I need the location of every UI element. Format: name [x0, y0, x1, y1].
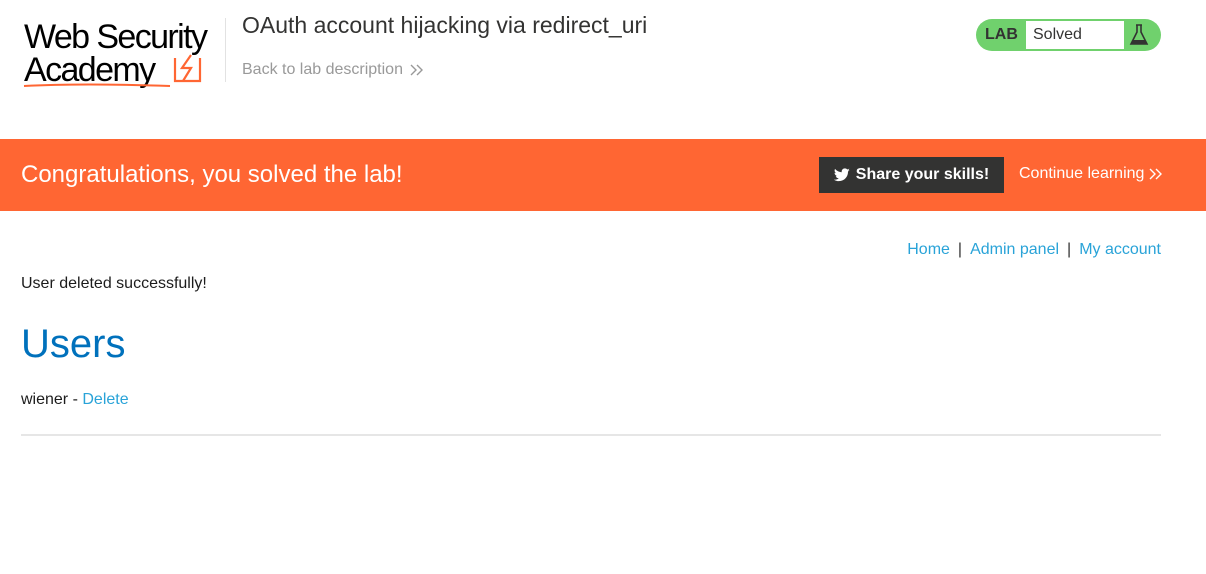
lab-tag: LAB	[985, 26, 1018, 43]
share-skills-button[interactable]: Share your skills!	[819, 157, 1004, 193]
web-security-academy-logo[interactable]: Web Security Academy	[22, 18, 227, 90]
users-heading: Users	[21, 322, 126, 366]
nav-my-account-link[interactable]: My account	[1079, 241, 1161, 258]
lab-status-text: Solved	[1033, 26, 1082, 43]
twitter-bird-icon	[833, 168, 850, 182]
banner-message: Congratulations, you solved the lab!	[21, 161, 403, 188]
status-message: User deleted successfully!	[21, 275, 207, 292]
back-link-label: Back to lab description	[242, 61, 403, 78]
user-separator: -	[68, 391, 83, 408]
double-chevron-right-icon	[1149, 168, 1163, 180]
congratulations-banner: Congratulations, you solved the lab! Sha…	[0, 139, 1206, 211]
flask-icon	[1129, 24, 1149, 45]
lab-status-widget: LAB Solved	[976, 19, 1161, 51]
lab-title: OAuth account hijacking via redirect_uri	[242, 12, 648, 38]
double-chevron-right-icon	[410, 64, 423, 76]
user-name: wiener	[21, 391, 69, 408]
back-to-lab-description-link[interactable]: Back to lab description	[242, 61, 424, 79]
lab-status-box: Solved	[1026, 21, 1124, 49]
nav-separator: |	[957, 241, 963, 258]
logo-text-line1: Web Security	[24, 18, 208, 56]
user-list-item: wiener - Delete	[21, 391, 129, 409]
header-divider	[225, 18, 226, 82]
divider	[21, 434, 1161, 436]
continue-learning-link[interactable]: Continue learning	[1019, 165, 1163, 183]
lightning-bolt-icon	[173, 54, 202, 83]
top-nav: Home | Admin panel | My account	[907, 241, 1161, 259]
nav-separator: |	[1067, 241, 1072, 258]
continue-learning-label: Continue learning	[1019, 165, 1145, 182]
share-button-label: Share your skills!	[855, 166, 990, 183]
nav-admin-panel-link[interactable]: Admin panel	[970, 241, 1059, 258]
page-header: Web Security Academy OAuth account hijac…	[0, 0, 1206, 139]
delete-user-link[interactable]: Delete	[82, 391, 128, 408]
nav-home-link[interactable]: Home	[907, 241, 950, 258]
logo-underline	[23, 83, 171, 87]
